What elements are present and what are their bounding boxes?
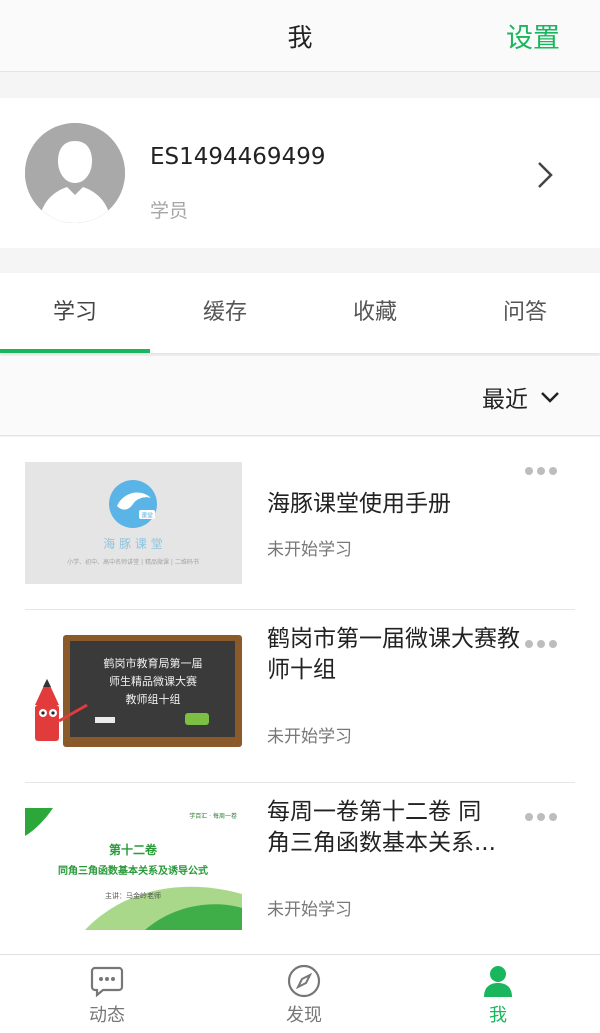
tab-favorites[interactable]: 收藏 — [300, 273, 450, 353]
avatar-placeholder-icon — [25, 123, 125, 223]
thumb-line-3: 教师组十组 — [126, 692, 181, 706]
course-title: 海豚课堂使用手册 — [267, 491, 451, 517]
profile-card[interactable]: ES1494469499 学员 — [0, 98, 600, 248]
math-cover-image: 学百汇 · 每周一卷 第十二卷 同角三角函数基本关系及诱导公式 主讲：马金岭老师 — [25, 808, 242, 930]
tab-cache[interactable]: 缓存 — [150, 273, 300, 353]
header-bar: 我 设置 — [0, 0, 600, 72]
more-options-icon[interactable] — [525, 467, 557, 475]
tab-study[interactable]: 学习 — [0, 273, 150, 353]
chevron-down-icon — [541, 392, 559, 403]
course-status: 未开始学习 — [267, 900, 352, 920]
course-title-line-1: 每周一卷第十二卷 同 — [267, 799, 482, 825]
course-thumbnail: 学百汇 · 每周一卷 第十二卷 同角三角函数基本关系及诱导公式 主讲：马金岭老师 — [25, 808, 242, 930]
nav-label-discover: 发现 — [286, 1005, 322, 1026]
nav-item-discover[interactable]: 发现 — [204, 955, 404, 1033]
course-title-line-2: 角三角函数基本关系... — [267, 830, 496, 856]
thumb-subtitle: 同角三角函数基本关系及诱导公式 — [58, 864, 208, 877]
course-list: 课堂 海 豚 课 堂 小学、初中、高中名师讲堂 | 精品微课 | 二维码书 海豚… — [0, 437, 600, 954]
bottom-nav: 动态 发现 我 — [0, 954, 600, 1033]
tab-qa[interactable]: 问答 — [450, 273, 600, 353]
nav-item-feed[interactable]: 动态 — [7, 955, 207, 1033]
course-status: 未开始学习 — [267, 727, 352, 747]
list-item[interactable]: 学百汇 · 每周一卷 第十二卷 同角三角函数基本关系及诱导公式 主讲：马金岭老师… — [0, 783, 600, 954]
sort-label: 最近 — [482, 387, 528, 413]
course-thumbnail: 鹤岗市教育局第一届 师生精品微课大赛 教师组十组 — [25, 635, 242, 757]
thumb-tagline: 小学、初中、高中名师讲堂 | 精品微课 | 二维码书 — [67, 558, 199, 566]
active-tab-indicator — [0, 349, 150, 353]
course-thumbnail: 课堂 海 豚 课 堂 小学、初中、高中名师讲堂 | 精品微课 | 二维码书 — [25, 462, 242, 584]
settings-button[interactable]: 设置 — [506, 16, 560, 55]
thumb-volume: 第十二卷 — [109, 842, 158, 857]
more-options-icon[interactable] — [525, 640, 557, 648]
dolphin-logo-icon: 课堂 海 豚 课 堂 小学、初中、高中名师讲堂 | 精品微课 | 二维码书 — [67, 480, 199, 566]
thumb-badge: 课堂 — [141, 512, 153, 520]
list-item[interactable]: 课堂 海 豚 课 堂 小学、初中、高中名师讲堂 | 精品微课 | 二维码书 海豚… — [0, 437, 600, 610]
chat-icon — [90, 966, 124, 998]
chalkboard-image: 鹤岗市教育局第一届 师生精品微课大赛 教师组十组 — [35, 635, 242, 747]
nav-label-me: 我 — [489, 1005, 507, 1026]
thumb-brand: 海 豚 课 堂 — [103, 536, 162, 551]
nav-item-me[interactable]: 我 — [398, 955, 598, 1033]
thumb-speaker: 主讲：马金岭老师 — [105, 891, 161, 900]
course-status: 未开始学习 — [267, 540, 352, 560]
nav-label-feed: 动态 — [89, 1005, 125, 1026]
sort-bar: 最近 — [0, 356, 600, 436]
person-icon — [484, 966, 512, 997]
thumb-brand: 学百汇 · 每周一卷 — [189, 812, 237, 820]
more-options-icon[interactable] — [525, 813, 557, 821]
list-item[interactable]: 鹤岗市教育局第一届 师生精品微课大赛 教师组十组 鹤岗市第一届微课大赛教师十组 … — [0, 610, 600, 783]
compass-icon — [287, 964, 321, 998]
sort-dropdown[interactable]: 最近 — [482, 380, 560, 414]
avatar — [25, 123, 125, 223]
course-title: 每周一卷第十二卷 同 角三角函数基本关系... — [267, 797, 527, 859]
thumb-line-1: 鹤岗市教育局第一届 — [104, 656, 203, 670]
chevron-right-icon[interactable] — [534, 160, 556, 190]
course-title: 鹤岗市第一届微课大赛教师十组 — [267, 626, 520, 683]
thumb-line-2: 师生精品微课大赛 — [109, 674, 197, 688]
tab-bar: 学习 缓存 收藏 问答 — [0, 273, 600, 353]
user-role: 学员 — [150, 200, 189, 222]
username: ES1494469499 — [150, 144, 326, 170]
